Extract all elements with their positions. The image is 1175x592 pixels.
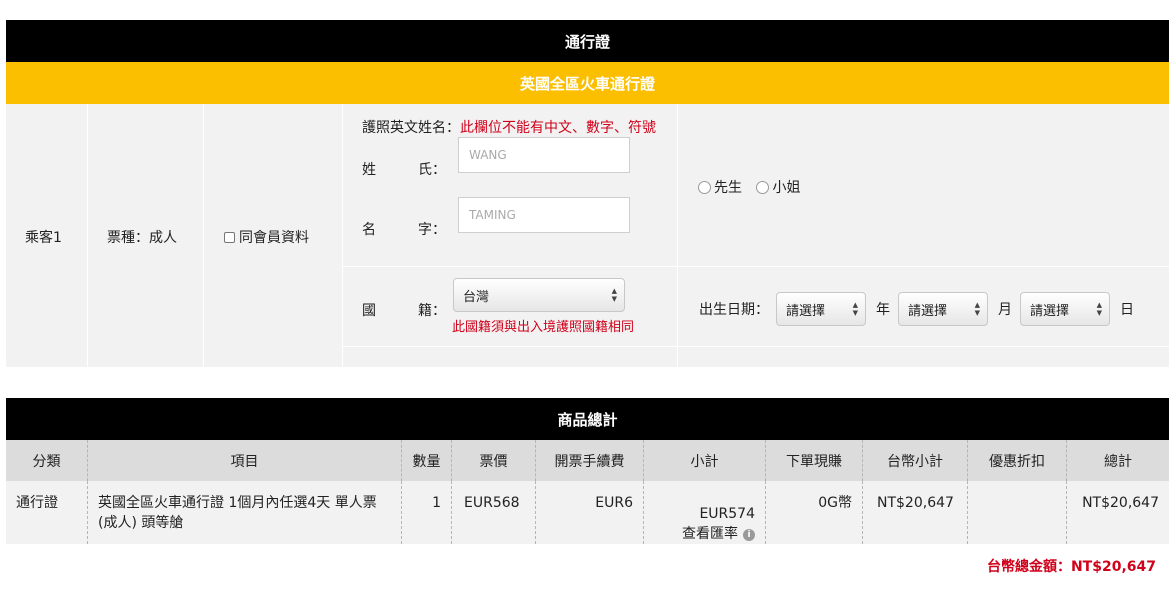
birth-date-label: 出生日期：	[699, 302, 769, 318]
product-title: 英國全區火車通行證	[519, 74, 655, 93]
day-unit: 日	[1120, 302, 1134, 318]
cell-discount	[968, 481, 1067, 544]
same-member-label: 同會員資料	[239, 230, 309, 246]
radio-button[interactable]	[698, 181, 711, 194]
ticket-type: 票種：成人	[107, 230, 177, 246]
item-line-2: (成人) 頭等艙	[98, 515, 184, 531]
select-arrows-icon: ▲ ▼	[852, 301, 858, 317]
birth-day-value: 請選擇	[1030, 303, 1070, 319]
given-name-label-1: 名	[362, 222, 376, 238]
month-unit: 月	[998, 302, 1012, 318]
passport-name-warning: 此欄位不能有中文、數字、符號	[460, 120, 656, 136]
title-option-label: 小姐	[772, 180, 801, 196]
column-header: 票價	[452, 440, 536, 481]
title-radio-group: 先生 小姐	[698, 177, 800, 197]
cell-twd-subtotal: NT$20,647	[863, 481, 968, 544]
same-member-checkbox[interactable]: 同會員資料	[224, 227, 309, 247]
divider	[342, 266, 1169, 267]
column-header: 數量	[402, 440, 452, 481]
cell-total: NT$20,647	[1082, 495, 1159, 511]
passport-name-label: 護照英文姓名：	[362, 120, 460, 136]
column-header: 總計	[1104, 453, 1132, 470]
grand-total: 台幣總金額：NT$20,647	[986, 559, 1156, 575]
passenger-label: 乘客1	[25, 230, 62, 246]
divider	[677, 104, 678, 367]
column-header: 開票手續費	[536, 440, 644, 481]
info-icon[interactable]: i	[743, 529, 755, 541]
column-header: 分類	[6, 440, 88, 481]
nationality-label-2: 籍：	[418, 303, 446, 319]
select-arrows-icon: ▲ ▼	[611, 287, 617, 303]
view-exchange-rate-link[interactable]: 查看匯率 i	[682, 524, 755, 544]
divider	[342, 346, 1169, 347]
pass-section-title: 通行證	[564, 32, 610, 51]
cell-earn: 0G幣	[766, 481, 863, 544]
divider	[87, 104, 88, 367]
birth-month-value: 請選擇	[908, 303, 948, 319]
cell-qty: 1	[402, 481, 452, 544]
cell-fee: EUR6	[536, 481, 644, 544]
item-line-1: 英國全區火車通行證 1個月內任選4天 單人票	[98, 495, 377, 511]
surname-input[interactable]: WANG	[458, 137, 630, 173]
title-option-label: 先生	[714, 180, 742, 196]
summary-table: 分類 項目 數量 票價 開票手續費 小計 下單現賺 台幣小計 優惠折扣 總計 通…	[6, 440, 1169, 544]
birth-day-select[interactable]: 請選擇 ▲ ▼	[1020, 292, 1110, 326]
subtotal-value: EUR574	[699, 506, 755, 522]
birth-month-select[interactable]: 請選擇 ▲ ▼	[898, 292, 988, 326]
divider	[203, 104, 204, 367]
radio-button[interactable]	[756, 181, 770, 194]
select-arrows-icon: ▲ ▼	[1096, 301, 1102, 317]
nationality-note: 此國籍須與出入境護照國籍相同	[452, 320, 635, 335]
birth-year-select[interactable]: 請選擇 ▲ ▼	[776, 292, 866, 326]
summary-title: 商品總計	[557, 410, 618, 429]
column-header: 下單現賺	[766, 440, 863, 481]
nationality-value: 台灣	[463, 289, 490, 305]
nationality-label-1: 國	[362, 303, 376, 319]
column-header: 台幣小計	[863, 440, 968, 481]
select-arrows-icon: ▲ ▼	[974, 301, 980, 317]
view-exchange-rate-label: 查看匯率	[682, 526, 738, 542]
cell-item: 英國全區火車通行證 1個月內任選4天 單人票 (成人) 頭等艙	[88, 481, 402, 544]
passport-name-label-row: 護照英文姓名：此欄位不能有中文、數字、符號	[362, 117, 656, 137]
nationality-select[interactable]: 台灣 ▲ ▼	[453, 278, 625, 312]
passenger-form: 乘客1 票種：成人 同會員資料 護照英文姓名：此欄位不能有中文、數字、符號 姓 …	[6, 104, 1169, 367]
pass-section-header: 通行證	[6, 20, 1169, 62]
checkbox-box[interactable]	[224, 232, 235, 243]
cell-price: EUR568	[452, 481, 536, 544]
title-option-ms[interactable]: 小姐	[756, 180, 800, 196]
given-name-input[interactable]: TAMING	[458, 197, 630, 233]
year-unit: 年	[876, 302, 890, 318]
cell-category: 通行證	[6, 481, 88, 544]
surname-label-2: 氏：	[418, 162, 446, 178]
birth-year-value: 請選擇	[786, 303, 826, 319]
surname-label-1: 姓	[362, 162, 376, 178]
title-option-mr[interactable]: 先生	[698, 180, 742, 196]
column-header: 小計	[644, 440, 766, 481]
column-header: 優惠折扣	[968, 440, 1067, 481]
table-row: 通行證 英國全區火車通行證 1個月內任選4天 單人票 (成人) 頭等艙 1 EU…	[6, 481, 1169, 544]
table-header-row: 分類 項目 數量 票價 開票手續費 小計 下單現賺 台幣小計 優惠折扣 總計	[6, 440, 1169, 481]
divider	[342, 104, 343, 367]
given-name-label-2: 字：	[418, 222, 446, 238]
product-title-bar: 英國全區火車通行證	[6, 62, 1169, 104]
cell-subtotal: EUR574 查看匯率 i	[644, 481, 766, 544]
column-header: 項目	[88, 440, 402, 481]
summary-header: 商品總計	[6, 398, 1169, 440]
